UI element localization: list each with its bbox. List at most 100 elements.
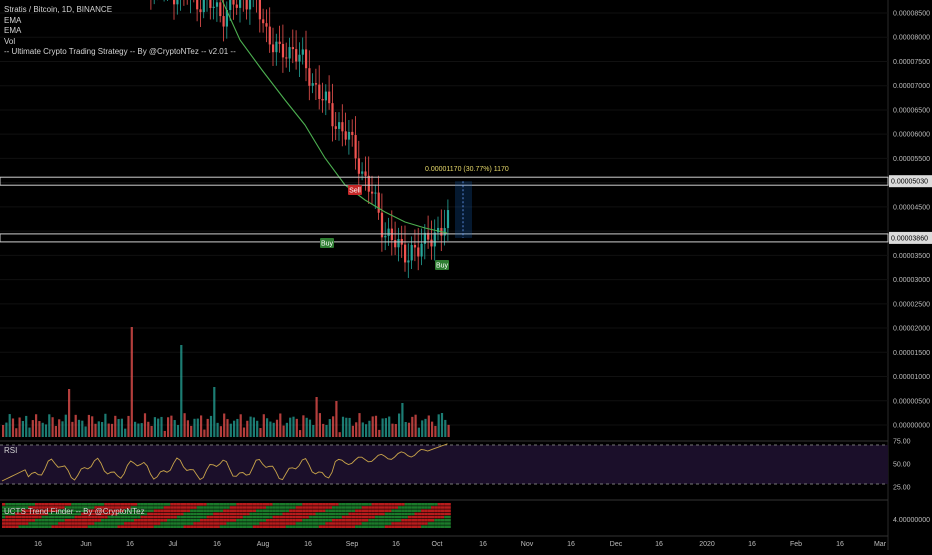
candle[interactable] [417, 247, 420, 257]
candle[interactable] [308, 68, 311, 86]
time-axis-label[interactable]: 16 [748, 541, 756, 548]
candle[interactable] [262, 19, 265, 24]
candle[interactable] [374, 192, 377, 194]
trend-cell [351, 519, 356, 522]
time-axis-label[interactable]: 16 [213, 541, 221, 548]
candle[interactable] [367, 175, 370, 192]
candle[interactable] [295, 49, 298, 62]
time-axis-label[interactable]: 16 [836, 541, 844, 548]
candle[interactable] [446, 210, 450, 229]
candle[interactable] [397, 239, 400, 248]
candle[interactable] [430, 239, 433, 247]
trend-cell [407, 503, 412, 506]
ema-indicator-1[interactable]: EMA [4, 16, 236, 27]
trend-cell [381, 509, 385, 512]
volume-indicator[interactable]: Vol [4, 37, 236, 48]
time-axis-label[interactable]: 16 [567, 541, 575, 548]
candle[interactable] [347, 131, 351, 140]
time-axis-label[interactable]: Oct [432, 541, 443, 548]
candle[interactable] [338, 122, 341, 129]
candle[interactable] [364, 171, 367, 176]
candle[interactable] [311, 83, 314, 86]
candle[interactable] [334, 126, 337, 129]
candle[interactable] [275, 41, 278, 53]
volume-bar [417, 427, 420, 437]
candle[interactable] [235, 4, 238, 8]
candle[interactable] [331, 103, 334, 127]
candle[interactable] [394, 240, 397, 248]
candle[interactable] [344, 131, 347, 140]
candle[interactable] [232, 0, 235, 5]
candle[interactable] [377, 192, 380, 213]
candle[interactable] [354, 135, 357, 159]
rsi-pane-title[interactable]: RSI [4, 446, 17, 455]
candle[interactable] [265, 23, 268, 27]
candle[interactable] [291, 47, 294, 50]
candle[interactable] [384, 235, 387, 238]
strategy-indicator[interactable]: -- Ultimate Crypto Trading Strategy -- B… [4, 47, 236, 58]
candle[interactable] [288, 47, 291, 59]
candle[interactable] [404, 244, 407, 263]
chart-canvas[interactable]: Sell Buy Buy 0.00001170 (30.77%) 1170 75.0… [0, 0, 932, 550]
candle[interactable] [305, 49, 308, 69]
time-axis-label[interactable]: Aug [257, 541, 270, 548]
candle[interactable] [351, 131, 354, 136]
candle[interactable] [248, 0, 252, 10]
candle[interactable] [437, 227, 440, 233]
candle[interactable] [341, 122, 344, 132]
candle[interactable] [413, 244, 417, 248]
time-axis-label[interactable]: Mar [874, 541, 887, 548]
time-axis-label[interactable]: 16 [655, 541, 663, 548]
time-axis-label[interactable]: 16 [304, 541, 312, 548]
candle[interactable] [357, 158, 360, 174]
trend-cell [246, 522, 250, 525]
time-axis-label[interactable]: Jul [169, 541, 178, 548]
candle[interactable] [272, 44, 275, 53]
candle[interactable] [420, 243, 423, 257]
time-axis-label[interactable]: 16 [392, 541, 400, 548]
time-axis-label[interactable]: Dec [610, 541, 623, 548]
candle[interactable] [278, 41, 281, 44]
candle[interactable] [239, 0, 242, 8]
candle[interactable] [245, 0, 248, 10]
candle[interactable] [285, 57, 288, 59]
candle[interactable] [314, 83, 318, 85]
candle[interactable] [298, 54, 301, 62]
candle[interactable] [328, 91, 331, 104]
time-axis-label[interactable]: 16 [479, 541, 487, 548]
trend-cell [398, 522, 402, 525]
trend-finder-title[interactable]: UCTS Trend Finder -- By @CryptoNTez [4, 507, 145, 516]
time-axis-label[interactable]: 16 [34, 541, 42, 548]
candle[interactable] [173, 0, 176, 5]
candle[interactable] [176, 0, 179, 5]
time-axis-label[interactable]: Sep [346, 541, 359, 548]
candle[interactable] [387, 228, 390, 236]
candle[interactable] [301, 49, 304, 55]
candle[interactable] [433, 232, 436, 247]
candle[interactable] [407, 260, 410, 263]
candle[interactable] [258, 0, 261, 20]
candle[interactable] [321, 98, 324, 101]
time-axis-label[interactable]: Feb [790, 541, 802, 548]
time-axis-label[interactable]: 16 [126, 541, 134, 548]
candle[interactable] [410, 244, 413, 261]
time-axis-label[interactable]: Jun [80, 541, 91, 548]
trend-cell [279, 512, 283, 516]
candle[interactable] [281, 43, 285, 58]
measure-box[interactable] [455, 181, 472, 238]
candle[interactable] [324, 91, 327, 101]
ema-indicator-2[interactable]: EMA [4, 26, 236, 37]
candle[interactable] [268, 26, 271, 45]
chart-svg[interactable]: Sell Buy Buy 0.00001170 (30.77%) 1170 75.0… [0, 0, 932, 550]
candle[interactable] [371, 191, 374, 194]
trend-cell [223, 519, 227, 522]
volume-bar [312, 425, 315, 437]
candle[interactable] [361, 171, 364, 174]
candle[interactable] [318, 84, 321, 99]
time-axis-label[interactable]: 2020 [699, 541, 715, 548]
time-axis-label[interactable]: Nov [521, 541, 534, 548]
symbol-title[interactable]: Stratis / Bitcoin, 1D, BINANCE [4, 5, 236, 16]
trend-cell [325, 509, 329, 512]
trend-cell [308, 519, 313, 522]
trend-cell [216, 515, 220, 519]
